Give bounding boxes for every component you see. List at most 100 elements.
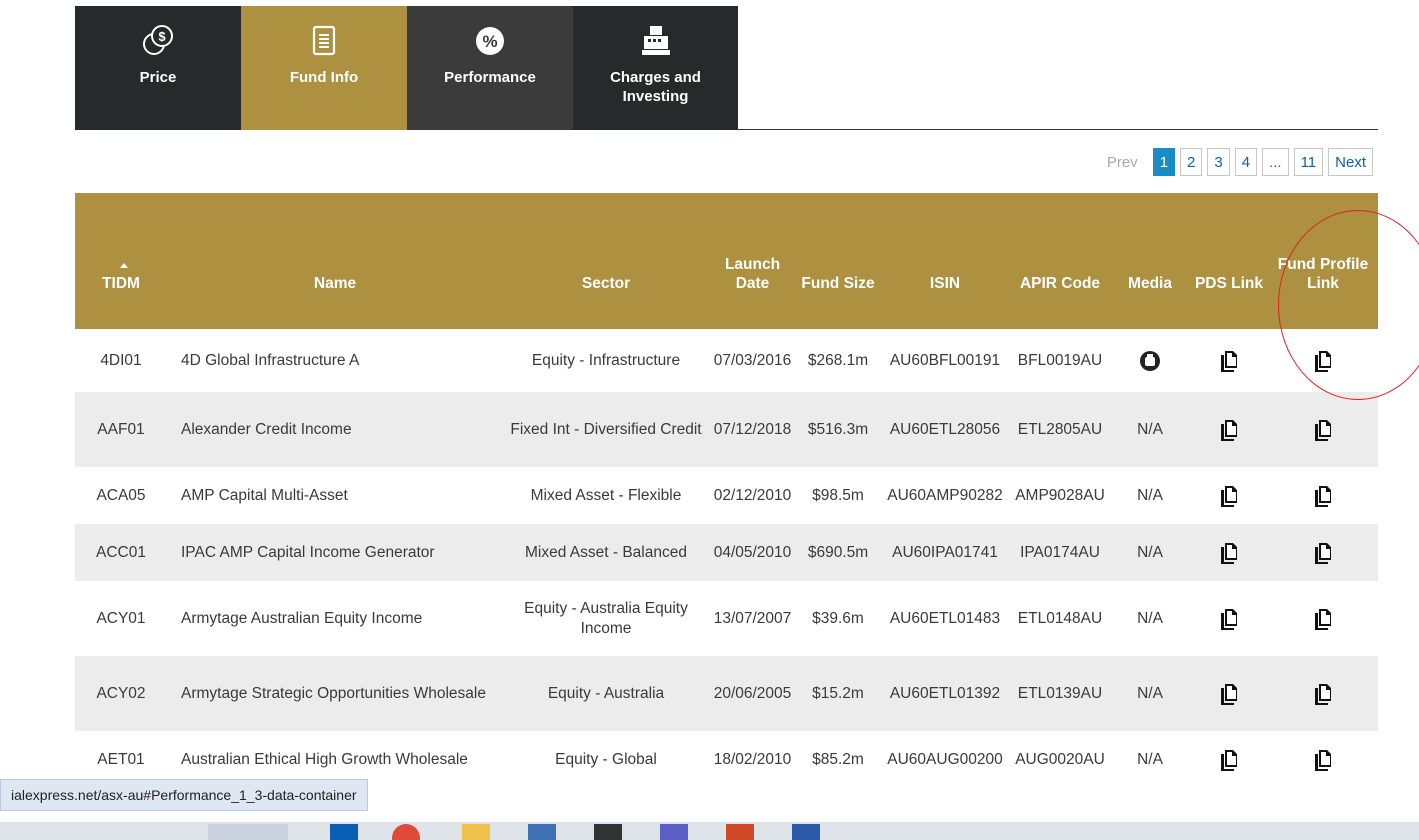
- cell-fund-size: $516.3m: [807, 420, 869, 438]
- table-row: ACY02 Armytage Strategic Opportunities Wh…: [75, 656, 1378, 731]
- cell-launch-date: 02/12/2010: [713, 486, 792, 504]
- col-header-tidm[interactable]: TIDM: [75, 193, 167, 329]
- fund-table: TIDM Name Sector Launch Date Fund Size I…: [75, 193, 1378, 788]
- page-4-link[interactable]: 4: [1234, 148, 1258, 176]
- fund-profile-link-icon[interactable]: [1268, 485, 1378, 507]
- cell-media: N/A: [1137, 609, 1163, 627]
- cell-name[interactable]: Australian Ethical High Growth Wholesale: [167, 750, 503, 770]
- cell-isin: AU60AMP90282: [887, 486, 1003, 504]
- teams-icon[interactable]: [660, 824, 688, 840]
- cell-name[interactable]: AMP Capital Multi-Asset: [167, 486, 503, 506]
- page-11-link[interactable]: 11: [1293, 148, 1324, 176]
- tab-price[interactable]: $ Price: [75, 6, 241, 130]
- sort-asc-icon[interactable]: [120, 263, 128, 268]
- tab-label: Price: [139, 69, 177, 86]
- word-icon[interactable]: [792, 824, 820, 840]
- col-header-media[interactable]: Media: [1110, 193, 1190, 329]
- cell-launch-date: 04/05/2010: [713, 543, 792, 561]
- cell-name[interactable]: 4D Global Infrastructure A: [167, 351, 503, 371]
- next-page-link[interactable]: Next: [1328, 148, 1373, 176]
- cell-tidm: AET01: [97, 750, 145, 768]
- page-3-link[interactable]: 3: [1207, 148, 1230, 176]
- cell-apir-code: IPA0174AU: [1020, 543, 1100, 561]
- table-header: TIDM Name Sector Launch Date Fund Size I…: [75, 193, 1378, 329]
- cell-launch-date: 07/03/2016: [713, 351, 792, 369]
- calculator-icon[interactable]: [594, 824, 622, 840]
- cash-register-icon: [639, 24, 673, 58]
- table-body: 4DI01 4D Global Infrastructure A Equity - …: [75, 329, 1378, 788]
- chrome-icon[interactable]: [392, 824, 420, 840]
- cell-apir-code: AMP9028AU: [1015, 486, 1105, 504]
- pds-link-icon[interactable]: [1190, 749, 1268, 771]
- cell-media: N/A: [1137, 543, 1163, 561]
- pds-link-icon[interactable]: [1190, 485, 1268, 507]
- cell-sector: Mixed Asset - Flexible: [530, 486, 682, 504]
- cell-name[interactable]: IPAC AMP Capital Income Generator: [167, 543, 503, 563]
- page-1-link[interactable]: 1: [1152, 148, 1176, 176]
- cell-isin: AU60BFL00191: [889, 351, 1001, 369]
- col-header-apir-code[interactable]: APIR Code: [1010, 193, 1110, 329]
- file-explorer-icon[interactable]: [462, 824, 490, 840]
- cell-isin: AU60IPA01741: [892, 543, 998, 561]
- page-2-link[interactable]: 2: [1180, 148, 1203, 176]
- col-header-fund-size[interactable]: Fund Size: [796, 193, 880, 329]
- tab-fund-info[interactable]: Fund Info: [241, 6, 407, 130]
- cell-apir-code: ETL2805AU: [1017, 420, 1103, 438]
- cell-launch-date: 13/07/2007: [713, 609, 792, 627]
- cell-tidm: ACY02: [96, 684, 146, 702]
- status-url-tooltip: ialexpress.net/asx-au#Performance_1_3-da…: [0, 779, 368, 811]
- windows-taskbar: [0, 822, 1419, 840]
- fund-profile-link-icon[interactable]: [1268, 542, 1378, 564]
- col-header-fund-profile-link[interactable]: Fund Profile Link: [1268, 193, 1378, 329]
- table-row: ACY01 Armytage Australian Equity Income Eq…: [75, 581, 1378, 656]
- pds-link-icon[interactable]: [1190, 683, 1268, 705]
- fund-profile-link-icon[interactable]: [1268, 350, 1378, 372]
- page-ellipsis: ...: [1262, 148, 1289, 176]
- cell-media: N/A: [1137, 486, 1163, 504]
- prev-page-link[interactable]: Prev: [1107, 154, 1138, 171]
- taskbar-briefcase-app[interactable]: [208, 824, 288, 840]
- fund-profile-link-icon[interactable]: [1268, 749, 1378, 771]
- pds-link-icon[interactable]: [1190, 542, 1268, 564]
- cell-fund-size: $98.5m: [812, 486, 864, 504]
- cell-apir-code: ETL0148AU: [1017, 609, 1103, 627]
- fund-profile-link-icon[interactable]: [1268, 608, 1378, 630]
- powerpoint-icon[interactable]: [726, 824, 754, 840]
- cell-tidm: ACA05: [96, 486, 146, 504]
- cell-apir-code: BFL0019AU: [1017, 351, 1103, 369]
- tab-performance[interactable]: % Performance: [407, 6, 573, 130]
- cell-isin: AU60ETL01483: [889, 609, 1001, 627]
- fund-profile-link-icon[interactable]: [1268, 683, 1378, 705]
- fund-profile-link-icon[interactable]: [1268, 419, 1378, 441]
- outlook-icon[interactable]: [330, 824, 358, 840]
- cell-media: N/A: [1137, 750, 1163, 768]
- notes-app-icon[interactable]: [528, 824, 556, 840]
- pds-link-icon[interactable]: [1190, 608, 1268, 630]
- cell-sector: Fixed Int - Diversified Credit: [510, 420, 702, 438]
- cell-sector: Equity - Global: [555, 750, 657, 768]
- tab-charges-investing[interactable]: Charges and Investing: [573, 6, 738, 130]
- col-header-launch-date[interactable]: Launch Date: [709, 193, 796, 329]
- cell-launch-date: 07/12/2018: [713, 420, 792, 438]
- cell-name[interactable]: Alexander Credit Income: [167, 420, 503, 440]
- cell-sector: Equity - Infrastructure: [531, 351, 681, 369]
- svg-text:%: %: [482, 32, 497, 51]
- pds-link-icon[interactable]: [1190, 419, 1268, 441]
- cell-name[interactable]: Armytage Australian Equity Income: [167, 609, 503, 629]
- dollar-coins-icon: $: [141, 24, 175, 58]
- col-header-sector[interactable]: Sector: [503, 193, 709, 329]
- table-row: AAF01 Alexander Credit Income Fixed Int - …: [75, 392, 1378, 467]
- col-header-pds-link[interactable]: PDS Link: [1190, 193, 1268, 329]
- cell-isin: AU60AUG00200: [887, 750, 1003, 768]
- cell-fund-size: $39.6m: [812, 609, 864, 627]
- cell-isin: AU60ETL28056: [889, 420, 1001, 438]
- pds-link-icon[interactable]: [1190, 350, 1268, 372]
- col-header-name[interactable]: Name: [167, 193, 503, 329]
- cell-name[interactable]: Armytage Strategic Opportunities Wholesa…: [167, 684, 503, 704]
- media-icon[interactable]: [1110, 349, 1190, 373]
- cell-tidm: ACY01: [96, 609, 146, 627]
- cell-fund-size: $15.2m: [812, 684, 864, 702]
- col-header-isin[interactable]: ISIN: [880, 193, 1010, 329]
- table-row: ACC01 IPAC AMP Capital Income Generator Mi…: [75, 524, 1378, 581]
- cell-fund-size: $85.2m: [812, 750, 864, 768]
